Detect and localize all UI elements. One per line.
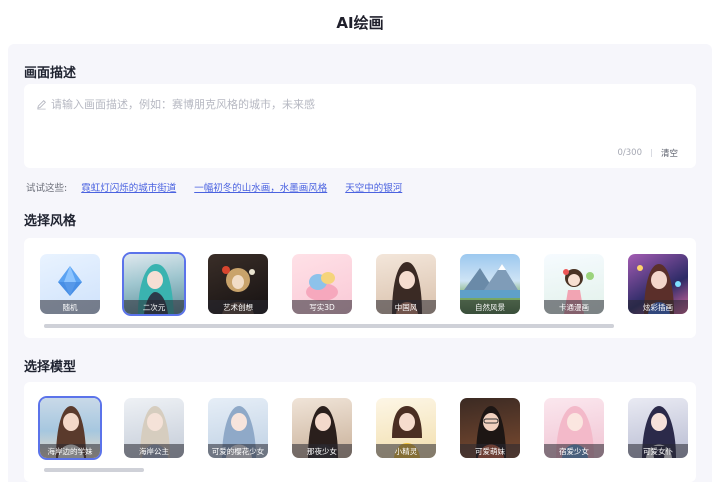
style-label: 随机 xyxy=(40,300,100,314)
style-label: 卡通漫画 xyxy=(544,300,604,314)
pencil-icon xyxy=(37,99,46,109)
model-label: 小精灵 xyxy=(376,444,436,458)
style-option-random[interactable]: 随机 xyxy=(40,254,100,314)
description-placeholder: 请输入画面描述，例如：赛博朋克风格的城市，未来感 xyxy=(36,96,315,112)
model-label: 可爱萌妹 xyxy=(460,444,520,458)
model-option-5[interactable]: 小精灵 xyxy=(376,398,436,458)
model-option-8[interactable]: 可爱女仆 xyxy=(628,398,688,458)
style-card-row: 随机 二次元 艺术创想 写实3D 中国风 自然风景 卡通漫画 炫彩插画 xyxy=(24,238,696,338)
style-section-title: 选择风格 xyxy=(24,214,77,229)
description-section-title: 画面描述 xyxy=(24,66,77,81)
suggestion-link-2[interactable]: 一幅初冬的山水画，水墨画风格 xyxy=(194,180,327,194)
model-option-7[interactable]: 宿爱少女 xyxy=(544,398,604,458)
model-scrollbar[interactable] xyxy=(44,468,144,472)
divider xyxy=(650,149,652,157)
suggestion-link-1[interactable]: 霓虹灯闪烁的城市街道 xyxy=(81,180,176,194)
style-label: 艺术创想 xyxy=(208,300,268,314)
style-option-colorful[interactable]: 炫彩插画 xyxy=(628,254,688,314)
model-option-1[interactable]: 海岸边的学妹 xyxy=(40,398,100,458)
top-bar: AI绘画 xyxy=(0,0,720,44)
style-label: 自然风景 xyxy=(460,300,520,314)
style-label: 二次元 xyxy=(124,300,184,314)
suggestion-link-3[interactable]: 天空中的银河 xyxy=(345,180,402,194)
model-section-title: 选择模型 xyxy=(24,360,77,375)
char-counter: 0/300 xyxy=(617,148,642,158)
style-option-cartoon[interactable]: 卡通漫画 xyxy=(544,254,604,314)
style-scrollbar-thumb[interactable] xyxy=(44,324,614,328)
model-option-3[interactable]: 可爱的樱花少女 xyxy=(208,398,268,458)
style-option-art[interactable]: 艺术创想 xyxy=(208,254,268,314)
style-option-landscape[interactable]: 自然风景 xyxy=(460,254,520,314)
description-input[interactable]: 请输入画面描述，例如：赛博朋克风格的城市，未来感 0/300 清空 xyxy=(24,84,696,168)
description-placeholder-text: 请输入画面描述，例如：赛博朋克风格的城市，未来感 xyxy=(51,98,315,111)
model-card-row: 海岸边的学妹 海岸公主 可爱的樱花少女 那夜少女 小精灵 可爱萌妹 宿爱少女 可… xyxy=(24,382,696,482)
style-label: 写实3D xyxy=(292,300,352,314)
style-option-chinese[interactable]: 中国风 xyxy=(376,254,436,314)
model-label: 可爱的樱花少女 xyxy=(208,444,268,458)
style-scrollbar[interactable] xyxy=(44,324,614,328)
suggestions-label: 试试这些: xyxy=(26,183,68,194)
style-option-realistic-3d[interactable]: 写实3D xyxy=(292,254,352,314)
model-label: 那夜少女 xyxy=(292,444,352,458)
clear-button[interactable]: 清空 xyxy=(661,147,678,159)
model-scrollbar-thumb[interactable] xyxy=(44,468,144,472)
style-option-anime[interactable]: 二次元 xyxy=(124,254,184,314)
model-option-6[interactable]: 可爱萌妹 xyxy=(460,398,520,458)
model-label: 可爱女仆 xyxy=(628,444,688,458)
model-option-2[interactable]: 海岸公主 xyxy=(124,398,184,458)
page-title: AI绘画 xyxy=(336,13,384,32)
model-label: 宿爱少女 xyxy=(544,444,604,458)
description-meta: 0/300 清空 xyxy=(617,147,678,159)
style-label: 中国风 xyxy=(376,300,436,314)
model-label: 海岸公主 xyxy=(124,444,184,458)
main-panel: 画面描述 请输入画面描述，例如：赛博朋克风格的城市，未来感 0/300 清空 试… xyxy=(8,44,712,482)
model-label: 海岸边的学妹 xyxy=(40,444,100,458)
model-option-4[interactable]: 那夜少女 xyxy=(292,398,352,458)
suggestions-row: 试试这些: 霓虹灯闪烁的城市街道 一幅初冬的山水画，水墨画风格 天空中的银河 xyxy=(26,180,420,194)
style-label: 炫彩插画 xyxy=(628,300,688,314)
